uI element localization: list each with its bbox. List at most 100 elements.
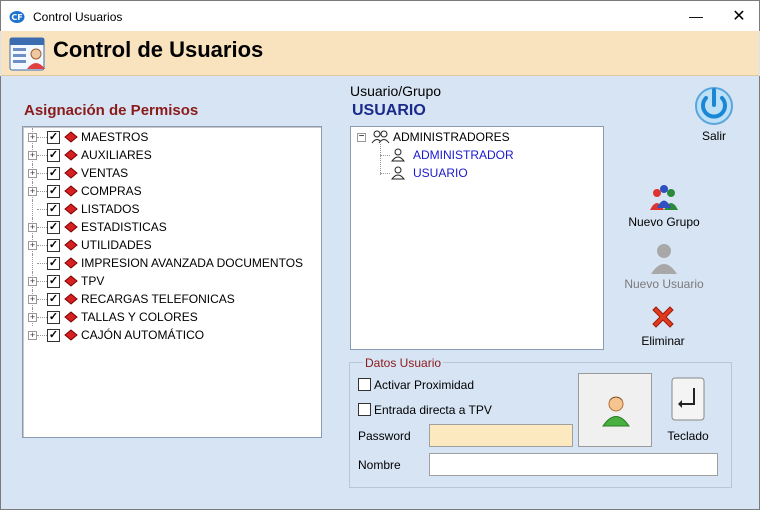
expand-toggle[interactable]: + <box>28 169 37 178</box>
permission-label: AUXILIARES <box>81 148 152 162</box>
permission-item[interactable]: + ✓ UTILIDADES <box>23 236 319 254</box>
user-add-icon <box>651 244 677 274</box>
close-button[interactable]: ✕ <box>719 1 759 32</box>
permission-checkbox[interactable]: ✓ <box>47 257 60 270</box>
permission-checkbox[interactable]: ✓ <box>47 293 60 306</box>
module-icon <box>64 149 78 161</box>
permission-checkbox[interactable]: ✓ <box>47 149 60 162</box>
eliminar-button[interactable]: Eliminar <box>636 303 690 348</box>
tree-connector <box>37 335 47 336</box>
user-label: USUARIO <box>413 166 468 180</box>
permission-checkbox[interactable]: ✓ <box>47 185 60 198</box>
permission-item[interactable]: + ✓ TPV <box>23 272 319 290</box>
module-icon <box>64 329 78 341</box>
module-icon <box>64 203 78 215</box>
permission-checkbox[interactable]: ✓ <box>47 275 60 288</box>
group-add-icon <box>650 185 678 210</box>
permission-item[interactable]: + ✓ CAJÓN AUTOMÁTICO <box>23 326 319 344</box>
group-icon <box>371 130 390 144</box>
expand-toggle[interactable]: + <box>28 151 37 160</box>
tree-connector <box>37 191 47 192</box>
user-label: ADMINISTRADOR <box>413 148 514 162</box>
nuevo-usuario-label: Nuevo Usuario <box>624 277 704 291</box>
checkbox-box[interactable] <box>358 378 371 391</box>
minimize-button[interactable]: — <box>677 1 715 32</box>
checkbox-box[interactable] <box>358 403 371 416</box>
user-list-icon <box>9 37 45 71</box>
group-label: ADMINISTRADORES <box>393 130 510 144</box>
collapse-toggle[interactable]: − <box>357 132 366 142</box>
window-titlebar: CF Control Usuarios — ✕ <box>0 0 760 31</box>
salir-button[interactable]: Salir <box>684 84 744 143</box>
module-icon <box>64 185 78 197</box>
permission-item[interactable]: + ✓ TALLAS Y COLORES <box>23 308 319 326</box>
delete-icon <box>652 306 674 328</box>
permission-item[interactable]: ✓ IMPRESION AVANZADA DOCUMENTOS <box>23 254 319 272</box>
teclado-button[interactable]: Teclado <box>662 376 714 443</box>
permission-label: IMPRESION AVANZADA DOCUMENTOS <box>81 256 304 270</box>
tree-connector <box>37 245 47 246</box>
password-input[interactable] <box>429 424 573 447</box>
expand-toggle[interactable]: + <box>28 187 37 196</box>
permission-label: TALLAS Y COLORES <box>81 310 198 324</box>
permission-label: ESTADISTICAS <box>81 220 167 234</box>
permission-label: VENTAS <box>81 166 129 180</box>
page-header: Control de Usuarios <box>1 31 759 76</box>
keyboard-enter-icon <box>671 377 705 421</box>
tree-connector <box>37 281 47 282</box>
module-icon <box>64 257 78 269</box>
nombre-input[interactable] <box>429 453 718 476</box>
eliminar-label: Eliminar <box>641 334 685 348</box>
tree-connector <box>380 173 390 174</box>
nombre-label: Nombre <box>358 458 401 472</box>
permission-item[interactable]: + ✓ COMPRAS <box>23 182 319 200</box>
tree-connector <box>32 200 33 218</box>
permission-label: UTILIDADES <box>81 238 152 252</box>
module-icon <box>64 311 78 323</box>
expand-toggle[interactable]: + <box>28 241 37 250</box>
permission-checkbox[interactable]: ✓ <box>47 311 60 324</box>
permission-checkbox[interactable]: ✓ <box>47 329 60 342</box>
permission-checkbox[interactable]: ✓ <box>47 167 60 180</box>
permission-checkbox[interactable]: ✓ <box>47 221 60 234</box>
permission-label: RECARGAS TELEFONICAS <box>81 292 235 306</box>
svg-text:CF: CF <box>11 13 22 22</box>
permission-item[interactable]: + ✓ RECARGAS TELEFONICAS <box>23 290 319 308</box>
permission-item[interactable]: ✓ LISTADOS <box>23 200 319 218</box>
permission-item[interactable]: + ✓ ESTADISTICAS <box>23 218 319 236</box>
permission-checkbox[interactable]: ✓ <box>47 131 60 144</box>
nuevo-usuario-button[interactable]: Nuevo Usuario <box>618 242 710 291</box>
tree-connector <box>37 173 47 174</box>
expand-toggle[interactable]: + <box>28 295 37 304</box>
permission-label: TPV <box>81 274 105 288</box>
salir-label: Salir <box>701 129 726 143</box>
entrada-directa-label: Entrada directa a TPV <box>374 403 492 417</box>
module-icon <box>64 293 78 305</box>
user-group-tree[interactable]: − ADMINISTRADORES ADMINISTRADOR USUARIO <box>350 126 604 350</box>
permission-checkbox[interactable]: ✓ <box>47 203 60 216</box>
permission-label: LISTADOS <box>81 202 140 216</box>
module-icon <box>64 275 78 287</box>
window-title: Control Usuarios <box>33 10 123 24</box>
power-icon <box>695 87 733 125</box>
permissions-tree[interactable]: + ✓ MAESTROS + ✓ AUXILIARES + ✓ VENTAS + ✓ COMPRAS ✓… <box>22 126 322 438</box>
tree-connector <box>380 144 381 175</box>
tree-connector <box>37 137 47 138</box>
expand-toggle[interactable]: + <box>28 277 37 286</box>
permission-item[interactable]: + ✓ AUXILIARES <box>23 146 319 164</box>
nuevo-grupo-button[interactable]: Nuevo Grupo <box>624 184 704 229</box>
user-photo-button[interactable] <box>578 373 652 447</box>
expand-toggle[interactable]: + <box>28 223 37 232</box>
expand-toggle[interactable]: + <box>28 313 37 322</box>
tree-connector <box>380 155 390 156</box>
permission-checkbox[interactable]: ✓ <box>47 239 60 252</box>
user-icon <box>391 166 405 180</box>
expand-toggle[interactable]: + <box>28 331 37 340</box>
tree-connector <box>37 227 47 228</box>
tree-connector <box>37 299 47 300</box>
permission-item[interactable]: + ✓ VENTAS <box>23 164 319 182</box>
expand-toggle[interactable]: + <box>28 133 37 142</box>
module-icon <box>64 221 78 233</box>
permission-item[interactable]: + ✓ MAESTROS <box>23 128 319 146</box>
tree-connector <box>37 209 47 210</box>
